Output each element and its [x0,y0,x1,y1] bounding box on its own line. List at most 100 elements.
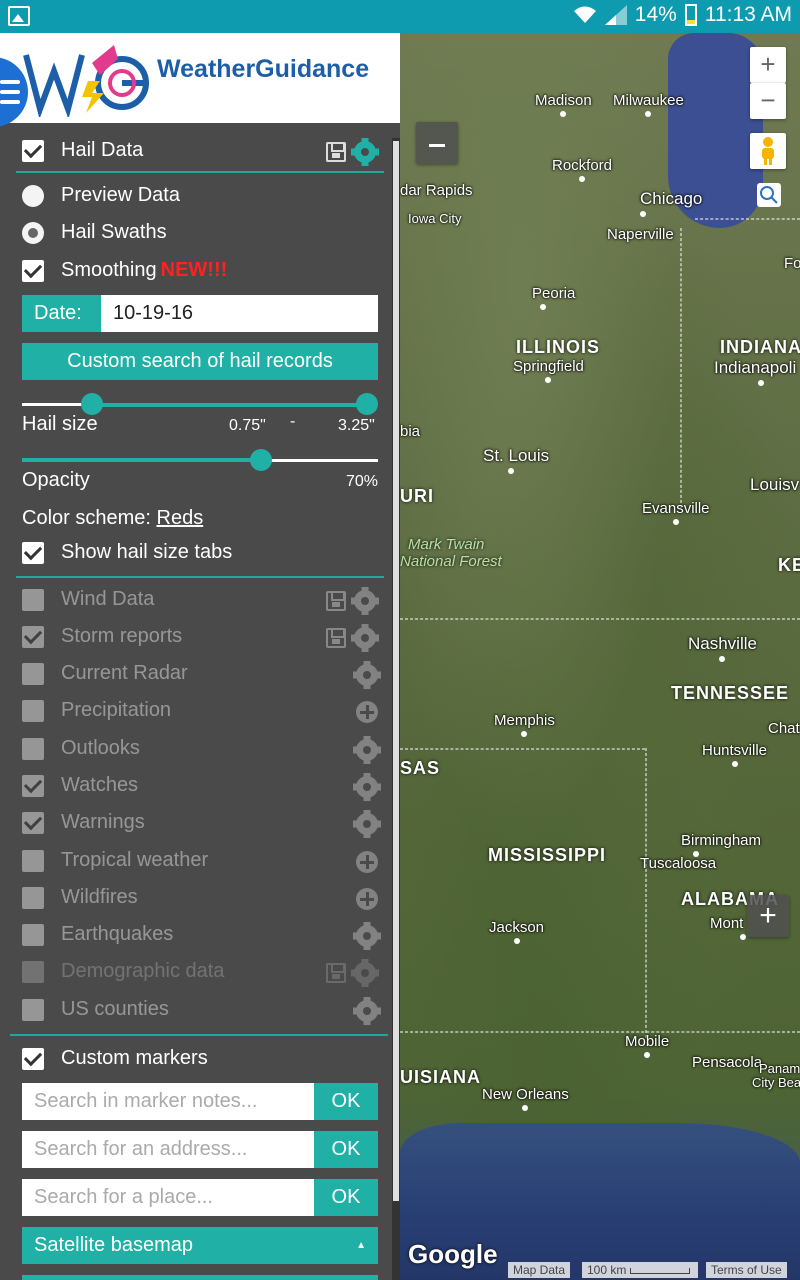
layer-watches[interactable]: Watches [22,774,138,797]
gear-icon[interactable] [353,773,381,801]
panel-expand-button[interactable]: + [747,895,789,937]
layer-tropical-weather[interactable]: Tropical weather [22,849,208,872]
date-label: Date: [22,295,101,332]
hail-data-toggle[interactable]: Hail Data [22,139,143,162]
address-search: OK [22,1131,378,1168]
pegman-icon[interactable] [750,133,786,169]
gear-icon[interactable] [351,587,379,615]
terms-link[interactable]: Terms of Use [706,1262,787,1278]
city-label: Memphis [494,712,555,737]
marker-notes-search: OK [22,1083,378,1120]
hail-swaths-option[interactable]: Hail Swaths [22,221,167,244]
marker-notes-ok-button[interactable]: OK [314,1083,378,1120]
city-label: Mont [710,915,746,940]
place-input[interactable] [22,1179,314,1216]
image-notification-icon [8,6,30,26]
zoom-out-button[interactable]: − [750,83,786,119]
gear-icon[interactable] [353,661,381,689]
custom-markers-toggle[interactable]: Custom markers [22,1047,208,1070]
save-icon[interactable] [326,142,346,162]
custom-search-button[interactable]: Custom search of hail records [22,343,378,380]
city-label: Panam [759,1061,800,1076]
state-label: MISSISSIPPI [488,845,607,865]
city-label: Naperville [607,226,674,243]
layer-warnings[interactable]: Warnings [22,811,145,834]
city-label: Birmingham [681,832,761,857]
city-label: dar Rapids [400,182,473,199]
preview-data-option[interactable]: Preview Data [22,184,180,207]
marker-notes-input[interactable] [22,1083,314,1120]
smoothing-toggle[interactable]: Smoothing NEW!!! [22,259,227,282]
google-logo: Google [408,1239,498,1269]
gear-icon[interactable] [353,997,381,1025]
hail-data-checkbox[interactable] [22,139,44,162]
date-field: Date: [22,295,378,332]
place-ok-button[interactable]: OK [314,1179,378,1216]
state-label: SAS [400,758,441,778]
minus-icon [429,143,445,147]
zoom-box-icon[interactable] [757,183,781,207]
address-ok-button[interactable]: OK [314,1131,378,1168]
layer-wildfires[interactable]: Wildfires [22,886,138,909]
gear-icon[interactable] [353,736,381,764]
opacity-label: Opacity [22,469,90,491]
state-label: ILLINOIS [516,337,600,357]
city-label: St. Louis [483,446,549,474]
show-hail-tabs-checkbox[interactable] [22,541,44,564]
color-scheme-link[interactable]: Reds [157,507,204,530]
custom-markers-checkbox[interactable] [22,1047,44,1070]
address-input[interactable] [22,1131,314,1168]
panel-collapse-button[interactable] [416,122,458,164]
save-icon[interactable] [326,628,346,648]
status-bar: 14% 11:13 AM [0,0,800,33]
map-data-link[interactable]: Map Data [508,1262,571,1278]
add-icon[interactable] [356,701,378,723]
zoom-in-button[interactable]: + [750,47,786,83]
new-badge: NEW!!! [160,259,228,281]
gear-icon[interactable] [353,922,381,950]
hail-size-min-handle[interactable] [81,393,103,415]
signal-icon [604,5,627,25]
scrollbar-thumb[interactable] [393,141,399,1201]
gear-icon[interactable] [351,624,379,652]
map-view[interactable]: Madison Milwaukee Rockford Chicago Naper… [400,33,800,1280]
hail-size-separator: - [290,413,296,430]
opacity-handle[interactable] [250,449,272,471]
gear-icon[interactable] [351,138,379,166]
city-label: Fo [784,255,800,272]
forest-label: Mark Twain National Forest [400,536,502,570]
gear-icon[interactable] [351,959,379,987]
hail-swaths-radio[interactable] [22,221,44,244]
city-label: Rockford [552,157,612,182]
layer-precipitation[interactable]: Precipitation [22,699,171,722]
hail-size-max-handle[interactable] [356,393,378,415]
city-label: Chicago [640,189,702,217]
city-label: Evansville [642,500,710,525]
layer-storm-reports[interactable]: Storm reports [22,625,182,648]
layer-wind-data[interactable]: Wind Data [22,588,154,611]
layer-outlooks[interactable]: Outlooks [22,737,140,760]
smoothing-checkbox[interactable] [22,259,44,282]
layer-us-counties[interactable]: US counties [22,998,169,1021]
layer-current-radar[interactable]: Current Radar [22,662,188,685]
add-icon[interactable] [356,888,378,910]
show-hail-tabs-toggle[interactable]: Show hail size tabs [22,541,232,564]
city-label: Milwaukee [613,92,684,117]
save-icon[interactable] [326,591,346,611]
wifi-icon [573,6,596,23]
city-label: Springfield [513,358,584,383]
add-icon[interactable] [356,851,378,873]
basemap-select[interactable]: Satellite basemap ▲ [22,1227,378,1264]
preview-data-radio[interactable] [22,184,44,207]
hail-size-max-value: 3.25" [338,417,375,434]
save-icon[interactable] [326,963,346,983]
state-label: TENNESSEE [671,683,790,703]
next-control[interactable] [22,1275,378,1280]
layer-earthquakes[interactable]: Earthquakes [22,923,173,946]
weatherguidance-logo [23,45,149,117]
date-input[interactable] [101,295,378,332]
gear-icon[interactable] [353,810,381,838]
state-border [695,218,800,220]
layer-demographic-data[interactable]: Demographic data [22,960,224,983]
opacity-fill [22,458,262,462]
